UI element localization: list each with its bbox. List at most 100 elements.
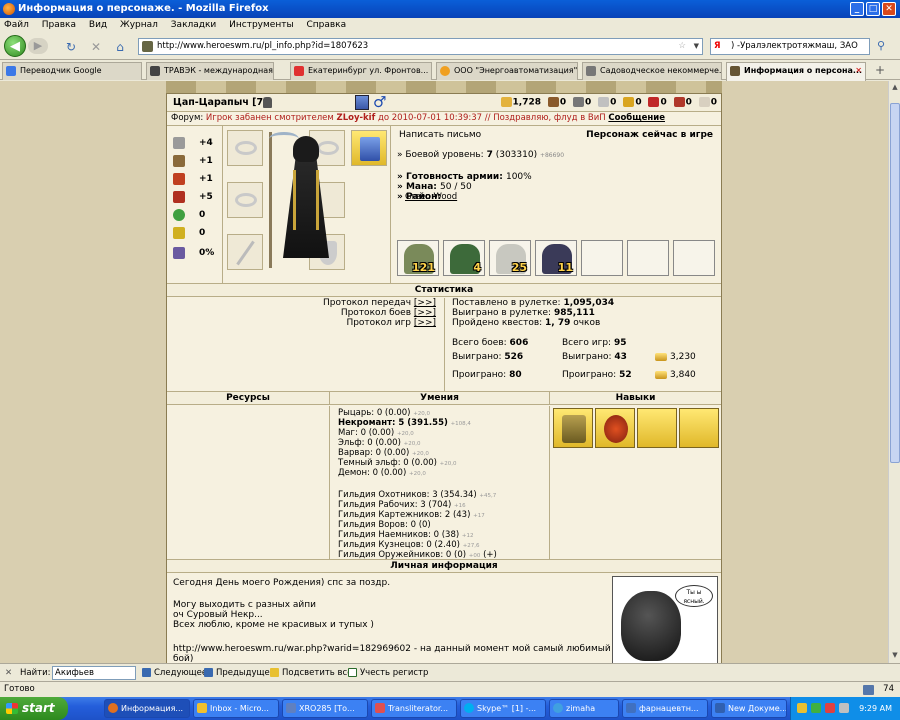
tray-icon[interactable] (825, 703, 835, 713)
taskbar: start Информация... Inbox - Micro... XRO… (0, 697, 900, 720)
vertical-scrollbar[interactable]: ▲ ▼ (888, 81, 900, 663)
tab-ekaterinburg[interactable]: Екатеринбург ул. Фронтов... (290, 62, 432, 80)
scroll-thumb[interactable] (890, 103, 900, 463)
volume-icon[interactable] (839, 703, 849, 713)
search-box[interactable]: Я ) -Уралэлектротяжмаш, ЗАО (710, 38, 870, 55)
url-dropdown-icon[interactable]: ▼ (694, 39, 699, 54)
expand-guilds-button[interactable]: (+) (483, 550, 497, 560)
personal-line: бой) (173, 654, 194, 663)
guild-thieves: Гильдия Воров: 0 (0) (338, 520, 431, 530)
menu-help[interactable]: Справка (306, 20, 346, 30)
menu-view[interactable]: Вид (89, 20, 107, 30)
menu-tools[interactable]: Инструменты (229, 20, 293, 30)
menu-edit[interactable]: Правка (42, 20, 76, 30)
crystal-icon (648, 97, 660, 107)
player-name[interactable]: Цап-Царапыч [7] (173, 97, 267, 108)
spellbook-icon[interactable] (355, 95, 369, 110)
mana: » Мана: 50 / 50 (397, 182, 472, 192)
district: » Район: Green Wood (397, 192, 458, 202)
maximize-button[interactable]: □ (866, 2, 880, 16)
army-slot[interactable]: 25 (489, 240, 531, 276)
slot-spellbook[interactable] (351, 130, 387, 166)
start-button[interactable]: start (0, 697, 68, 720)
faction-mage: Маг: 0 (0.00) +20,0 (338, 428, 414, 438)
talent-pentagram[interactable] (595, 408, 635, 448)
moderator-link[interactable]: ZLoy-kif (337, 113, 376, 123)
talent-slot-empty[interactable] (637, 408, 677, 448)
army-slot[interactable]: 121 (397, 240, 439, 276)
match-case-checkbox[interactable]: Учесть регистр (348, 664, 428, 682)
taskbar-xro[interactable]: XRO285 [То... (282, 699, 368, 718)
taskbar-skype[interactable]: Skype™ [1] -... (460, 699, 546, 718)
gold-icon (500, 97, 512, 107)
diamond-icon (698, 97, 710, 107)
forward-button[interactable]: ▶ (28, 38, 48, 54)
zoom-level[interactable]: 74 (883, 682, 894, 697)
menu-bar: Файл Правка Вид Журнал Закладки Инструме… (0, 18, 900, 33)
talent-slot-empty[interactable] (679, 408, 719, 448)
stop-icon[interactable]: ✕ (88, 39, 104, 55)
menu-history[interactable]: Журнал (120, 20, 158, 30)
arrow-down-icon (142, 668, 151, 677)
close-tab-icon[interactable]: ✕ (855, 63, 862, 79)
necromancer-figure (263, 130, 347, 272)
message-link[interactable]: Сообщение (608, 113, 665, 123)
lock-icon (263, 97, 272, 108)
search-icon[interactable]: ⚲ (874, 39, 888, 53)
scroll-up-icon[interactable]: ▲ (890, 83, 900, 93)
page-decoration (166, 81, 722, 93)
bookmark-star-icon[interactable]: ☆ (678, 39, 686, 54)
back-button[interactable]: ◀ (4, 35, 26, 57)
district-link[interactable]: Green Wood (405, 192, 457, 202)
skills-header: Умения (330, 392, 550, 405)
reload-icon[interactable]: ↻ (63, 39, 79, 55)
chat-icon (553, 703, 563, 713)
menu-bookmarks[interactable]: Закладки (171, 20, 217, 30)
highlight-all-button[interactable]: Подсветить все (270, 664, 352, 682)
taskbar-word-doc[interactable]: фарнацевтн... (622, 699, 708, 718)
tab-player-info[interactable]: Информация о персона... ✕ (726, 62, 866, 81)
home-icon[interactable]: ⌂ (112, 39, 128, 55)
wood-icon (547, 97, 559, 107)
new-tab-icon[interactable]: + (872, 62, 888, 78)
menu-file[interactable]: Файл (4, 20, 29, 30)
tray-icon[interactable] (797, 703, 807, 713)
slot-amulet[interactable] (227, 130, 263, 166)
wolf-drawing (621, 591, 681, 661)
tab-sadovodcheskoe[interactable]: Садоводческое некоммерче... (582, 62, 722, 80)
sulfur-icon (623, 97, 635, 107)
taskbar-outlook[interactable]: Inbox - Micro... (193, 699, 279, 718)
tab-google-translate[interactable]: Переводчик Google (2, 62, 142, 80)
protocol-transfers-link[interactable]: [>>] (414, 298, 436, 308)
tab-energoavtomatizatsiya[interactable]: ООО "Энергоавтоматизация" (436, 62, 578, 80)
resource-gold: 1,728 (512, 97, 542, 108)
find-prev-button[interactable]: Предыдущее (204, 664, 275, 682)
talent-scroll[interactable] (553, 408, 593, 448)
search-text: ) -Уралэлектротяжмаш, ЗАО (731, 41, 858, 51)
gold-icon (655, 352, 667, 361)
find-next-button[interactable]: Следующее (142, 664, 207, 682)
battle-link[interactable]: http://www.heroeswm.ru/war.php?warid=182… (173, 644, 611, 654)
slot-ring-left[interactable] (227, 182, 263, 218)
taskbar-transliterator[interactable]: Transliterator... (371, 699, 457, 718)
guild-hunters: Гильдия Охотников: 3 (354.34) +45,7 (338, 490, 497, 500)
status-text: Готово (4, 684, 35, 694)
minimize-button[interactable]: _ (850, 2, 864, 16)
write-letter-link[interactable]: Написать письмо (399, 130, 481, 140)
tab-travek[interactable]: ТРАВЭК - международная а... (146, 62, 274, 80)
find-input[interactable]: Акифьев (52, 666, 136, 680)
faction-knight: Рыцарь: 0 (0.00) +20,0 (338, 408, 431, 418)
close-button[interactable]: ✕ (882, 2, 896, 16)
taskbar-zimaha[interactable]: zimaha (549, 699, 619, 718)
close-find-icon[interactable]: ✕ (5, 664, 12, 682)
army-slot[interactable]: 4 (443, 240, 485, 276)
taskbar-firefox[interactable]: Информация... (104, 699, 190, 718)
protocol-battles-link[interactable]: [>>] (414, 308, 436, 318)
scroll-down-icon[interactable]: ▼ (890, 651, 900, 661)
taskbar-new-doc[interactable]: New Докуме... (711, 699, 787, 718)
protocol-games-link[interactable]: [>>] (414, 318, 436, 328)
url-bar[interactable]: http://www.heroeswm.ru/pl_info.php?id=18… (138, 38, 703, 55)
tray-icon[interactable] (811, 703, 821, 713)
slot-weapon[interactable] (227, 234, 263, 270)
army-slot[interactable]: 11 (535, 240, 577, 276)
